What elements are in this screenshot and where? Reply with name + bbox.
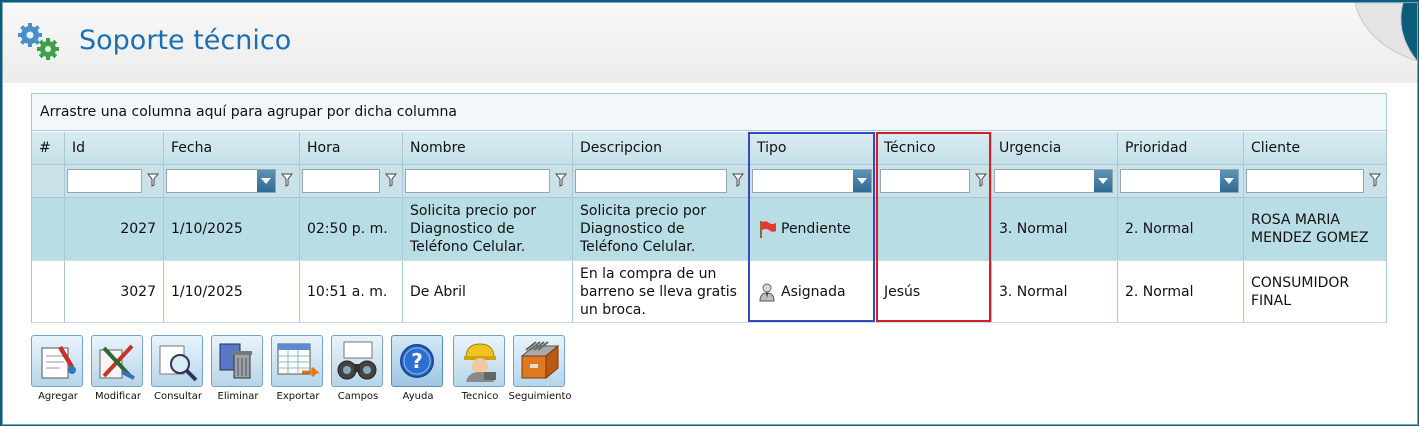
technician-icon — [453, 335, 505, 387]
cell-id: 3027 — [65, 261, 164, 322]
filter-funnel-icon[interactable] — [385, 173, 397, 187]
cell-cliente: ROSA MARIA MENDEZ GOMEZ — [1251, 212, 1369, 246]
edit-tools-icon — [91, 335, 143, 387]
filter-cell-hora — [300, 165, 403, 197]
col-header-hora[interactable]: Hora — [300, 132, 403, 164]
filter-select-urgencia[interactable] — [994, 169, 1113, 193]
col-header-tipo[interactable]: Tipo — [750, 132, 877, 164]
cell-nombre: Solicita precio por Diagnostico de Teléf… — [403, 198, 573, 260]
eliminar-button[interactable]: Eliminar — [211, 335, 265, 405]
consultar-button[interactable]: Consultar — [151, 335, 205, 405]
cell-tecnico — [877, 198, 992, 260]
add-document-icon — [31, 335, 83, 387]
cell-urgencia: 3. Normal — [992, 261, 1118, 322]
filter-input-descripcion[interactable] — [575, 169, 727, 193]
filter-input-cliente[interactable] — [1246, 169, 1364, 193]
chevron-down-icon[interactable] — [1220, 170, 1238, 192]
tipo-label: Pendiente — [781, 221, 851, 237]
filter-funnel-icon[interactable] — [732, 173, 744, 187]
col-header-fecha[interactable]: Fecha — [164, 132, 300, 164]
filter-cell-prioridad — [1118, 165, 1244, 197]
filter-cell-tecnico — [877, 165, 992, 197]
row-number-cell — [32, 198, 65, 260]
cell-tipo: Pendiente — [750, 198, 877, 260]
seguimiento-button[interactable]: Seguimiento — [508, 335, 572, 405]
column-header-row: # Id Fecha Hora Nombre Descripcion Tipo … — [32, 132, 1386, 165]
filter-input-hora[interactable] — [302, 169, 380, 193]
exportar-button[interactable]: Exportar — [271, 335, 325, 405]
export-spreadsheet-icon — [271, 335, 323, 387]
file-cabinet-icon — [513, 335, 565, 387]
filter-funnel-icon[interactable] — [975, 173, 987, 187]
table-row[interactable]: 3027 1/10/2025 10:51 a. m. De Abril En l… — [32, 261, 1386, 323]
chevron-down-icon[interactable] — [1094, 170, 1112, 192]
toolbar-label: Seguimiento — [508, 391, 572, 402]
filter-cell-nombre — [403, 165, 573, 197]
page-curl-decoration — [1355, 3, 1417, 61]
cell-fecha: 1/10/2025 — [164, 261, 300, 322]
col-header-cliente[interactable]: Cliente — [1244, 132, 1386, 164]
filter-cell-fecha — [164, 165, 300, 197]
trash-icon — [211, 335, 263, 387]
chevron-down-icon[interactable] — [853, 170, 871, 192]
modificar-button[interactable]: Modificar — [91, 335, 145, 405]
filter-select-fecha[interactable] — [166, 169, 276, 193]
col-header-prioridad[interactable]: Prioridad — [1118, 132, 1244, 164]
col-header-number[interactable]: # — [32, 132, 65, 164]
agregar-button[interactable]: Agregar — [31, 335, 85, 405]
assigned-user-icon — [759, 283, 775, 301]
cell-cliente: CONSUMIDOR FINAL — [1251, 274, 1350, 309]
chevron-down-icon[interactable] — [257, 170, 275, 192]
cell-tecnico: Jesús — [877, 261, 992, 322]
cell-fecha: 1/10/2025 — [164, 198, 300, 260]
filter-cell-urgencia — [992, 165, 1118, 197]
cell-descripcion: Solicita precio por Diagnostico de Teléf… — [573, 198, 750, 260]
svg-text:?: ? — [411, 349, 423, 373]
data-grid: Arrastre una columna aquí para agrupar p… — [31, 93, 1387, 323]
cell-urgencia: 3. Normal — [992, 198, 1118, 260]
filter-input-nombre[interactable] — [405, 169, 550, 193]
tecnico-button[interactable]: Tecnico — [453, 335, 507, 405]
cell-hora: 02:50 p. m. — [300, 198, 403, 260]
cell-id: 2027 — [65, 198, 164, 260]
table-row[interactable]: 2027 1/10/2025 02:50 p. m. Solicita prec… — [32, 198, 1386, 261]
cell-descripcion: En la compra de un barreno se lleva grat… — [573, 261, 750, 322]
filter-cell-number — [32, 165, 65, 197]
cell-hora: 10:51 a. m. — [300, 261, 403, 322]
filter-select-tipo[interactable] — [752, 169, 872, 193]
filter-cell-cliente — [1244, 165, 1386, 197]
row-number-cell — [32, 261, 65, 322]
cell-prioridad: 2. Normal — [1118, 261, 1244, 322]
ayuda-button[interactable]: ? Ayuda — [391, 335, 445, 405]
page-title: Soporte técnico — [79, 25, 292, 56]
filter-input-tecnico[interactable] — [880, 169, 970, 193]
campos-button[interactable]: Campos — [331, 335, 385, 405]
filter-funnel-icon[interactable] — [281, 173, 293, 187]
col-header-nombre[interactable]: Nombre — [403, 132, 573, 164]
col-header-id[interactable]: Id — [65, 132, 164, 164]
col-header-urgencia[interactable]: Urgencia — [992, 132, 1118, 164]
search-document-icon — [151, 335, 203, 387]
col-header-tecnico[interactable]: Técnico — [877, 132, 992, 164]
group-by-bar[interactable]: Arrastre una columna aquí para agrupar p… — [32, 94, 1386, 131]
binoculars-icon — [331, 335, 383, 387]
gears-icon — [18, 23, 59, 60]
cell-prioridad: 2. Normal — [1118, 198, 1244, 260]
cell-tipo: Asignada — [750, 261, 877, 322]
page-header: Soporte técnico — [3, 3, 1417, 83]
filter-cell-id — [65, 165, 164, 197]
red-flag-icon — [760, 221, 776, 238]
filter-funnel-icon[interactable] — [1369, 173, 1381, 187]
filter-cell-descripcion — [573, 165, 750, 197]
cell-nombre: De Abril — [403, 261, 573, 322]
tipo-label: Asignada — [781, 283, 846, 300]
filter-cell-tipo — [750, 165, 877, 197]
col-header-descripcion[interactable]: Descripcion — [573, 132, 750, 164]
filter-funnel-icon[interactable] — [147, 173, 159, 187]
filter-row — [32, 165, 1386, 198]
help-icon: ? — [391, 335, 443, 387]
filter-input-id[interactable] — [67, 169, 142, 193]
filter-funnel-icon[interactable] — [555, 173, 567, 187]
filter-select-prioridad[interactable] — [1120, 169, 1239, 193]
